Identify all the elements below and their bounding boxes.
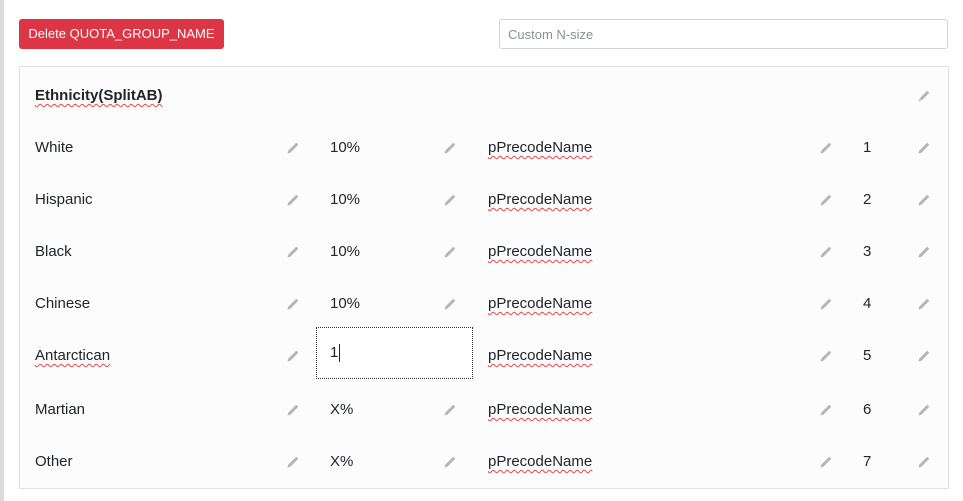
row-index[interactable]: 7: [863, 453, 871, 470]
edit-percent-pencil-icon[interactable]: [442, 296, 458, 312]
window-edge: [0, 0, 4, 501]
row-name[interactable]: White: [35, 139, 73, 156]
edit-precode-pencil-icon[interactable]: [818, 244, 834, 260]
quota-row: Other X% pPrecodeName 7: [20, 447, 948, 477]
row-name[interactable]: Antarctican: [35, 347, 110, 364]
row-percent[interactable]: X%: [330, 401, 353, 418]
edit-precode-pencil-icon[interactable]: [818, 140, 834, 156]
row-name[interactable]: Black: [35, 243, 72, 260]
edit-name-pencil-icon[interactable]: [285, 402, 301, 418]
row-index[interactable]: 6: [863, 401, 871, 418]
edit-precode-pencil-icon[interactable]: [818, 454, 834, 470]
quota-row: Black 10% pPrecodeName 3: [20, 237, 948, 267]
row-percent[interactable]: 10%: [330, 139, 360, 156]
row-percent[interactable]: X%: [330, 453, 353, 470]
group-title: Ethnicity(SplitAB): [35, 87, 163, 104]
edit-percent-pencil-icon[interactable]: [442, 454, 458, 470]
row-name[interactable]: Martian: [35, 401, 85, 418]
row-precode[interactable]: pPrecodeName: [488, 191, 592, 208]
row-percent[interactable]: 10%: [330, 191, 360, 208]
quota-row: Martian X% pPrecodeName 6: [20, 395, 948, 425]
row-percent[interactable]: 10%: [330, 295, 360, 312]
edit-name-pencil-icon[interactable]: [285, 192, 301, 208]
quota-row: White 10% pPrecodeName 1: [20, 133, 948, 163]
quota-group-panel: Ethnicity(SplitAB) White 10% pPrecodeNam…: [19, 66, 949, 489]
edit-name-pencil-icon[interactable]: [285, 244, 301, 260]
row-precode[interactable]: pPrecodeName: [488, 295, 592, 312]
edit-group-title-pencil-icon[interactable]: [916, 88, 932, 104]
row-index[interactable]: 2: [863, 191, 871, 208]
percent-edit-box[interactable]: [316, 327, 473, 379]
row-name[interactable]: Chinese: [35, 295, 90, 312]
edit-precode-pencil-icon[interactable]: [818, 192, 834, 208]
delete-quota-group-button[interactable]: Delete QUOTA_GROUP_NAME: [19, 19, 224, 49]
row-index[interactable]: 3: [863, 243, 871, 260]
row-index[interactable]: 5: [863, 347, 871, 364]
edit-index-pencil-icon[interactable]: [916, 454, 932, 470]
edit-index-pencil-icon[interactable]: [916, 140, 932, 156]
row-precode[interactable]: pPrecodeName: [488, 401, 592, 418]
quota-row: Antarctican pPrecodeName 5: [20, 327, 948, 379]
row-precode[interactable]: pPrecodeName: [488, 453, 592, 470]
edit-percent-pencil-icon[interactable]: [442, 192, 458, 208]
edit-index-pencil-icon[interactable]: [916, 244, 932, 260]
row-precode[interactable]: pPrecodeName: [488, 347, 592, 364]
edit-precode-pencil-icon[interactable]: [818, 296, 834, 312]
edit-percent-pencil-icon[interactable]: [442, 244, 458, 260]
edit-index-pencil-icon[interactable]: [916, 348, 932, 364]
edit-index-pencil-icon[interactable]: [916, 296, 932, 312]
quota-row: Chinese 10% pPrecodeName 4: [20, 289, 948, 319]
row-precode[interactable]: pPrecodeName: [488, 139, 592, 156]
row-index[interactable]: 4: [863, 295, 871, 312]
edit-name-pencil-icon[interactable]: [285, 140, 301, 156]
custom-n-size-input[interactable]: [499, 19, 948, 49]
edit-name-pencil-icon[interactable]: [285, 348, 301, 364]
row-name[interactable]: Hispanic: [35, 191, 93, 208]
edit-name-pencil-icon[interactable]: [285, 454, 301, 470]
edit-index-pencil-icon[interactable]: [916, 192, 932, 208]
edit-percent-pencil-icon[interactable]: [442, 402, 458, 418]
row-name[interactable]: Other: [35, 453, 73, 470]
edit-index-pencil-icon[interactable]: [916, 402, 932, 418]
row-index[interactable]: 1: [863, 139, 871, 156]
edit-precode-pencil-icon[interactable]: [818, 348, 834, 364]
percent-edit-input[interactable]: [330, 344, 460, 361]
row-precode[interactable]: pPrecodeName: [488, 243, 592, 260]
edit-percent-pencil-icon[interactable]: [442, 140, 458, 156]
quota-row: Hispanic 10% pPrecodeName 2: [20, 185, 948, 215]
edit-name-pencil-icon[interactable]: [285, 296, 301, 312]
text-caret: [339, 344, 340, 362]
row-percent[interactable]: 10%: [330, 243, 360, 260]
edit-precode-pencil-icon[interactable]: [818, 402, 834, 418]
